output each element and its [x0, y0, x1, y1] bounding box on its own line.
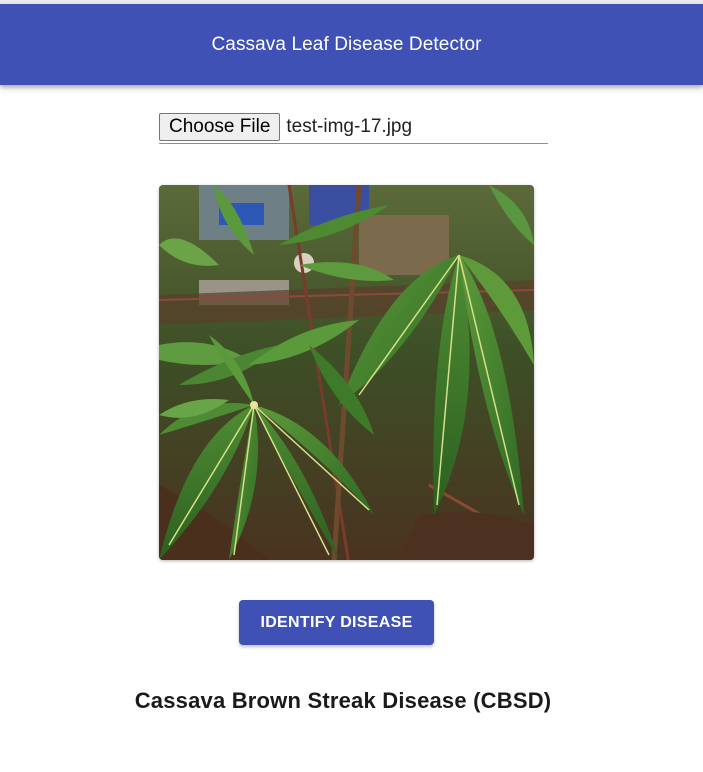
app-bar: Cassava Leaf Disease Detector	[0, 4, 703, 85]
file-input[interactable]: Choose File test-img-17.jpg	[159, 113, 548, 144]
app-title: Cassava Leaf Disease Detector	[211, 33, 482, 55]
leaf-photo	[159, 185, 534, 560]
identify-disease-button[interactable]: IDENTIFY DISEASE	[239, 600, 434, 645]
prediction-result: Cassava Brown Streak Disease (CBSD)	[134, 688, 552, 713]
uploaded-leaf-image	[159, 185, 534, 560]
choose-file-button[interactable]: Choose File	[159, 113, 281, 141]
selected-file-name: test-img-17.jpg	[286, 116, 413, 137]
